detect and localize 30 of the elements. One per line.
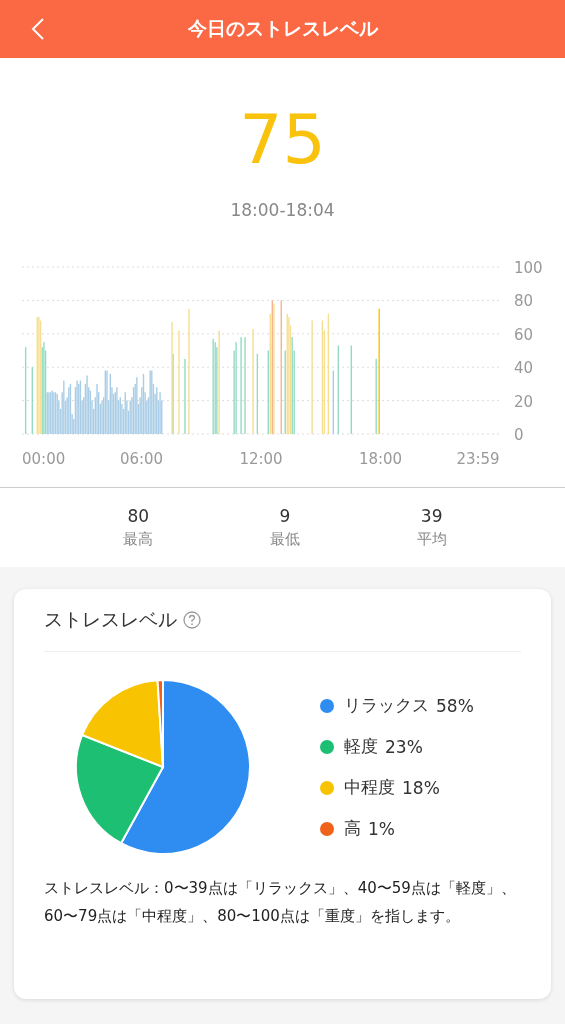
stat-label: 最低: [270, 530, 300, 549]
axis-label: 23:59: [456, 450, 500, 468]
stat-label: 平均: [416, 530, 447, 549]
axis-label: 100: [514, 259, 543, 277]
legend-value: 18%: [402, 777, 440, 798]
stat-value: 80: [127, 506, 150, 526]
legend-value: 58%: [436, 695, 474, 716]
stat-value: 9: [279, 506, 291, 526]
stat-label: 最高: [123, 530, 154, 549]
axis-label: 80: [514, 292, 534, 311]
time-range: 18:00-18:04: [230, 200, 335, 220]
stat-value: 39: [420, 506, 443, 526]
axis-label: 18:00: [358, 450, 403, 468]
axis-label: 60: [514, 325, 534, 344]
legend-label: 軽度: [344, 735, 378, 758]
axis-label: 00:00: [22, 450, 66, 468]
axis-label: 0: [514, 426, 524, 444]
legend-value: 23%: [385, 736, 423, 757]
page-title: 今日のストレスレベル: [186, 16, 379, 41]
axis-label: 06:00: [119, 450, 164, 468]
legend-value: 1%: [368, 818, 395, 839]
stress-score: 75: [239, 100, 326, 180]
axis-label: 20: [514, 392, 534, 411]
axis-label: 12:00: [239, 450, 283, 468]
axis-label: 40: [514, 359, 534, 378]
legend-label: 高: [344, 817, 361, 840]
description-text: ストレスレベル：0〜39点は「リラックス」、40〜59点は「軽度」、60〜79点は「中程度」、80〜100点は「重度」を指します。: [44, 878, 517, 927]
legend-label: 中程度: [344, 776, 395, 799]
legend-label: リラックス: [344, 694, 429, 717]
card-title: ストレスレベル: [44, 607, 177, 632]
